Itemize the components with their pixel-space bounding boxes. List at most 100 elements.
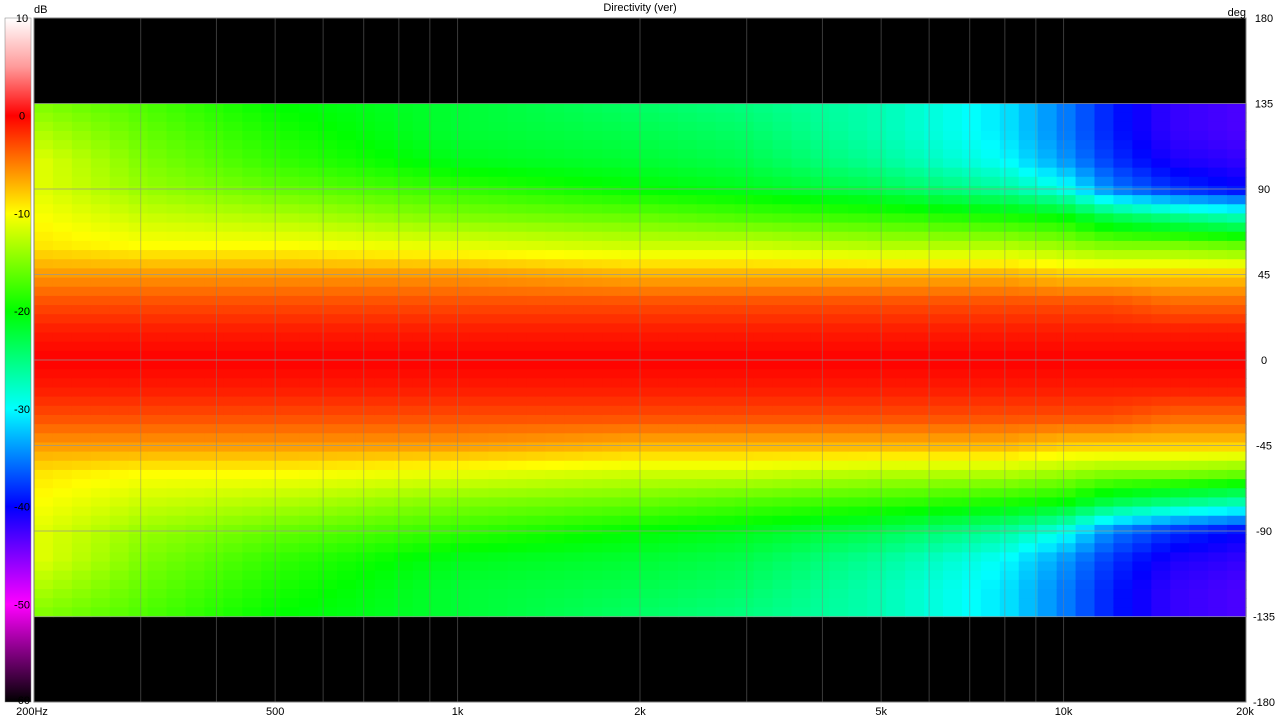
heatmap-cell (223, 488, 243, 499)
heatmap-cell (715, 240, 736, 251)
heatmap-cell (109, 195, 130, 205)
heatmap-cell (1170, 103, 1190, 114)
heatmap-cell (374, 552, 395, 563)
heatmap-cell (810, 479, 830, 489)
heatmap-cell (791, 222, 812, 233)
heatmap-cell (318, 469, 338, 480)
heatmap-cell (980, 405, 1001, 416)
heatmap-cell (34, 506, 54, 517)
heatmap-cell (393, 405, 414, 416)
heatmap-cell (677, 433, 698, 444)
heatmap-cell (980, 378, 1001, 389)
heatmap-cell (564, 277, 584, 288)
heatmap-cell (393, 497, 414, 508)
heatmap-cell (185, 259, 206, 269)
heatmap-cell (1056, 479, 1077, 489)
heatmap-cell (147, 204, 168, 215)
heatmap-cell (261, 552, 281, 563)
heatmap-cell (204, 185, 224, 196)
heatmap-cell (943, 479, 963, 489)
heatmap-cell (772, 332, 793, 343)
heatmap-cell (337, 589, 357, 599)
heatmap-cell (1208, 158, 1228, 169)
heatmap-cell (1189, 424, 1209, 434)
heatmap-cell (147, 185, 168, 196)
heatmap-cell (621, 213, 641, 224)
heatmap-cell (299, 424, 319, 434)
heatmap-cell (52, 103, 73, 114)
heatmap-cell (223, 176, 243, 187)
heatmap-cell (1094, 561, 1115, 572)
heatmap-cell (564, 341, 584, 352)
heatmap-cell (1170, 479, 1190, 489)
heatmap-cell (299, 497, 319, 508)
heatmap-cell (128, 543, 149, 553)
heatmap-cell (34, 424, 54, 434)
heatmap-cell (564, 259, 584, 269)
heatmap-cell (242, 305, 262, 315)
heatmap-cell (961, 277, 982, 288)
heatmap-cell (393, 121, 414, 132)
heatmap-cell (658, 460, 679, 471)
heatmap-cell (583, 414, 603, 425)
heatmap-cell (602, 451, 622, 462)
heatmap-cell (1037, 140, 1058, 150)
heatmap-cell (374, 268, 395, 279)
heatmap-cell (450, 259, 471, 269)
heatmap-cell (810, 506, 830, 517)
heatmap-cell (526, 185, 546, 196)
heatmap-cell (753, 332, 774, 343)
heatmap-cell (753, 524, 774, 535)
heatmap-cell (374, 524, 395, 535)
heatmap-cell (71, 286, 92, 297)
heatmap-cell (715, 387, 736, 398)
heatmap-cell (810, 414, 830, 425)
heatmap-cell (90, 552, 111, 563)
heatmap-cell (943, 543, 963, 553)
heatmap-cell (1208, 579, 1228, 590)
heatmap-cell (1189, 250, 1209, 260)
heatmap-cell (128, 250, 149, 260)
heatmap-cell (431, 552, 452, 563)
heatmap-cell (431, 305, 452, 315)
heatmap-cell (715, 369, 736, 379)
heatmap-cell (450, 323, 471, 334)
heatmap-cell (1170, 277, 1190, 288)
heatmap-cell (924, 396, 944, 407)
heatmap-cell (185, 488, 206, 499)
heatmap-cell (715, 534, 736, 544)
heatmap-cell (848, 204, 868, 215)
heatmap-cell (658, 589, 679, 599)
heatmap-cell (204, 561, 224, 572)
heatmap-cell (318, 424, 338, 434)
heatmap-cell (34, 332, 54, 343)
heatmap-cell (34, 460, 54, 471)
heatmap-cell (526, 277, 546, 288)
heatmap-cell (34, 378, 54, 389)
heatmap-cell (450, 506, 471, 517)
heatmap-cell (677, 140, 698, 150)
heatmap-cell (961, 570, 982, 581)
heatmap-cell (867, 140, 887, 150)
heatmap-cell (583, 424, 603, 434)
heatmap-cell (469, 424, 490, 434)
heatmap-cell (1113, 460, 1133, 471)
heatmap-cell (431, 479, 452, 489)
heatmap-cell (431, 295, 452, 306)
heatmap-cell (583, 103, 603, 114)
heatmap-cell (450, 369, 471, 379)
heatmap-cell (1056, 524, 1077, 535)
heatmap-cell (526, 103, 546, 114)
heatmap-cell (90, 424, 111, 434)
heatmap-cell (337, 414, 357, 425)
heatmap-cell (1094, 350, 1115, 361)
heatmap-cell (734, 506, 755, 517)
heatmap-cell (677, 259, 698, 269)
heatmap-cell (980, 277, 1001, 288)
heatmap-cell (753, 607, 774, 618)
heatmap-cell (469, 552, 490, 563)
heatmap-cell (696, 552, 717, 563)
heatmap-cell (488, 360, 509, 370)
heatmap-cell (545, 469, 565, 480)
heatmap-cell (1132, 213, 1152, 224)
